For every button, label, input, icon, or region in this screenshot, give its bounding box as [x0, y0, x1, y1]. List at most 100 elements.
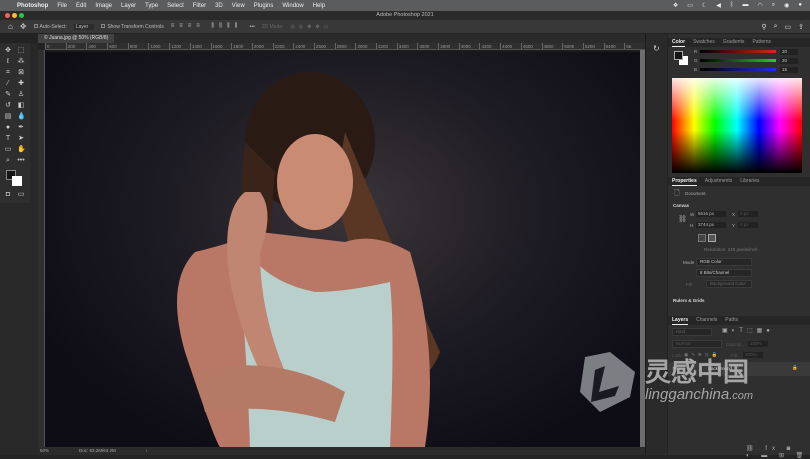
- zoom-level[interactable]: 50%: [40, 447, 49, 455]
- battery-icon[interactable]: ▬: [743, 2, 749, 9]
- volume-icon[interactable]: ◀: [716, 2, 721, 9]
- blue-value[interactable]: 15: [780, 67, 798, 73]
- document-tab[interactable]: © Juana.jpg @ 50% (RGB/8): [38, 34, 115, 43]
- auto-select-checkbox[interactable]: Auto-Select:: [33, 24, 67, 30]
- background-color-swatch[interactable]: [12, 176, 22, 186]
- bluetooth-icon[interactable]: ᛒ: [730, 2, 734, 9]
- width-field[interactable]: 5616 px: [696, 211, 726, 217]
- tab-color[interactable]: Color: [672, 38, 686, 47]
- menu-filter[interactable]: Filter: [193, 3, 206, 9]
- dropbox-icon[interactable]: ❖: [673, 2, 678, 9]
- align-icons[interactable]: ≡≡≡≡ ⫼⫼⫼⫼: [171, 23, 243, 30]
- menu-select[interactable]: Select: [167, 3, 184, 9]
- tab-swatches[interactable]: Swatches: [693, 38, 715, 47]
- close-window-button[interactable]: [5, 13, 10, 18]
- moon-icon[interactable]: ☾: [702, 2, 707, 9]
- type-tool-icon[interactable]: T: [4, 135, 12, 143]
- eraser-tool-icon[interactable]: ◧: [17, 102, 25, 110]
- search-icon[interactable]: ⌕: [772, 2, 775, 9]
- tab-channels[interactable]: Channels: [696, 316, 717, 325]
- crop-tool-icon[interactable]: ⌗: [4, 69, 12, 77]
- blur-tool-icon[interactable]: 💧: [17, 113, 26, 121]
- height-field[interactable]: 3744 px: [696, 222, 726, 228]
- move-tool-icon[interactable]: ✥: [4, 47, 12, 55]
- 3d-tools-icons[interactable]: ◎◎✥✥▭: [290, 24, 332, 30]
- menu-view[interactable]: View: [232, 3, 245, 9]
- link-icon[interactable]: ⛓: [678, 215, 687, 223]
- workspace-icon[interactable]: ▭: [785, 23, 792, 31]
- history-brush-icon[interactable]: ↺: [4, 102, 12, 110]
- display-icon[interactable]: ▭: [687, 2, 693, 9]
- menu-layer[interactable]: Layer: [121, 3, 136, 9]
- stamp-tool-icon[interactable]: ♙: [17, 91, 25, 99]
- tab-patterns[interactable]: Patterns: [752, 38, 771, 47]
- red-slider[interactable]: [700, 50, 776, 53]
- edit-toolbar-icon[interactable]: •••: [17, 157, 25, 165]
- search-icon[interactable]: ⌕: [774, 23, 778, 31]
- lasso-tool-icon[interactable]: ℓ: [4, 58, 12, 66]
- color-spectrum[interactable]: [672, 78, 802, 173]
- fill-dropdown[interactable]: Background Color: [706, 280, 752, 288]
- portrait-orientation-button[interactable]: [698, 234, 706, 242]
- frame-tool-icon[interactable]: ⊠: [17, 69, 25, 77]
- horizontal-ruler[interactable]: 0 200 400 600 800 1000 1200 1400 1600 1800 2000 220…: [45, 43, 645, 50]
- fg-color-swatch[interactable]: [674, 51, 683, 60]
- layers-footer-icons[interactable]: ⛓ fx ◙ ◐ ▬ ⊞ 🗑: [746, 445, 810, 459]
- home-icon[interactable]: ⌂: [8, 22, 13, 31]
- menu-app[interactable]: Photoshop: [17, 3, 48, 9]
- zoom-tool-icon[interactable]: ⌕: [4, 157, 12, 165]
- history-panel-icon[interactable]: ↻: [653, 44, 660, 53]
- zoom-window-button[interactable]: [19, 13, 24, 18]
- opacity-field[interactable]: 100%: [748, 341, 768, 347]
- shape-tool-icon[interactable]: ▭: [4, 146, 12, 154]
- quick-select-icon[interactable]: ⁂: [17, 58, 25, 66]
- rulers-grids-section[interactable]: Rulers & Grids: [673, 298, 705, 303]
- tab-libraries[interactable]: Libraries: [740, 177, 759, 186]
- blend-mode-dropdown[interactable]: Normal: [672, 340, 722, 348]
- tab-adjustments[interactable]: Adjustments: [705, 177, 733, 186]
- user-icon[interactable]: ◉: [784, 2, 789, 9]
- marquee-tool-icon[interactable]: ⬚: [17, 47, 25, 55]
- mode-dropdown[interactable]: RGB Color: [696, 258, 752, 266]
- eyedropper-tool-icon[interactable]: ⁄: [4, 80, 12, 88]
- healing-tool-icon[interactable]: ✚: [17, 80, 25, 88]
- menu-3d[interactable]: 3D: [215, 3, 223, 9]
- menu-image[interactable]: Image: [95, 3, 112, 9]
- tab-properties[interactable]: Properties: [672, 177, 697, 186]
- x-field[interactable]: 0 px: [738, 211, 758, 217]
- green-value[interactable]: 20: [780, 58, 798, 64]
- brush-tool-icon[interactable]: ✎: [4, 91, 12, 99]
- tab-paths[interactable]: Paths: [725, 316, 738, 325]
- menu-plugins[interactable]: Plugins: [254, 3, 274, 9]
- canvas-section[interactable]: Canvas: [673, 203, 689, 208]
- y-field[interactable]: 0 px: [738, 222, 758, 228]
- photo-canvas[interactable]: [45, 52, 640, 447]
- dodge-tool-icon[interactable]: ●: [4, 124, 12, 132]
- quick-mask-icon[interactable]: ◘: [4, 191, 12, 199]
- menu-edit[interactable]: Edit: [76, 3, 86, 9]
- move-tool-icon[interactable]: ✥: [20, 22, 27, 31]
- more-options-button[interactable]: •••: [249, 24, 254, 30]
- siri-icon[interactable]: ●: [798, 2, 802, 9]
- auto-select-dropdown[interactable]: Layer: [73, 23, 95, 30]
- tab-gradients[interactable]: Gradients: [723, 38, 745, 47]
- transform-controls-checkbox[interactable]: Show Transform Controls: [101, 24, 164, 30]
- status-arrow[interactable]: ›: [146, 447, 148, 455]
- path-select-icon[interactable]: ➤: [17, 135, 25, 143]
- blue-slider[interactable]: [700, 68, 776, 71]
- red-value[interactable]: 20: [780, 49, 798, 55]
- screen-mode-icon[interactable]: ▭: [17, 191, 25, 199]
- learn-icon[interactable]: ⚲: [761, 23, 766, 31]
- bit-depth-dropdown[interactable]: 8 Bits/Channel: [696, 269, 752, 277]
- gradient-tool-icon[interactable]: ▤: [4, 113, 12, 121]
- minimize-window-button[interactable]: [12, 13, 17, 18]
- menu-window[interactable]: Window: [282, 3, 303, 9]
- menu-type[interactable]: Type: [145, 3, 158, 9]
- hand-tool-icon[interactable]: ✋: [17, 146, 26, 154]
- green-slider[interactable]: [700, 59, 776, 62]
- share-icon[interactable]: ⇪: [798, 23, 804, 31]
- menu-file[interactable]: File: [57, 3, 67, 9]
- wifi-icon[interactable]: ◠: [758, 2, 763, 9]
- layer-filter-icons[interactable]: ▣◐T⬚▦●: [722, 327, 774, 334]
- tab-layers[interactable]: Layers: [672, 316, 689, 325]
